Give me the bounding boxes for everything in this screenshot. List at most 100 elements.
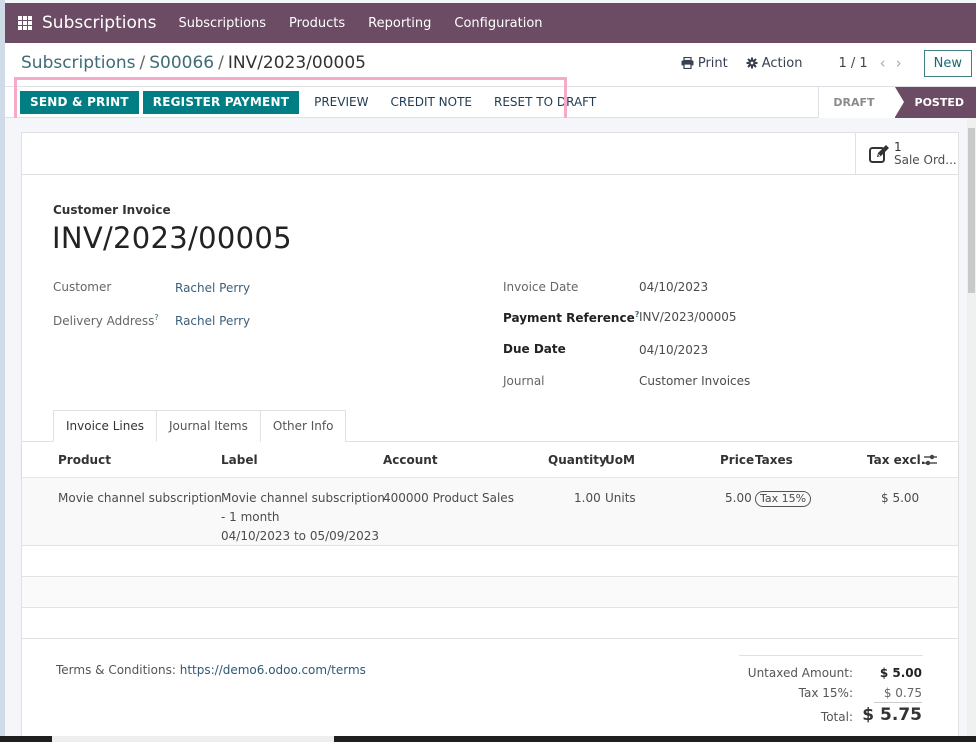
- pager-value[interactable]: 1 / 1: [838, 56, 867, 71]
- column-product[interactable]: Product: [58, 453, 111, 467]
- payment-reference-label-text: Payment Reference: [503, 311, 635, 325]
- breadcrumb-separator: /: [139, 53, 146, 73]
- status-bar: SEND & PRINT REGISTER PAYMENT PREVIEW CR…: [5, 87, 976, 118]
- form-background: 1 Sale Ord... Customer Invoice INV/2023/…: [5, 118, 967, 742]
- menu-subscriptions[interactable]: Subscriptions: [178, 16, 266, 31]
- breadcrumb-subscriptions[interactable]: Subscriptions: [21, 53, 135, 73]
- action-button[interactable]: Action: [746, 55, 803, 71]
- invoice-date-label: Invoice Date: [503, 280, 579, 294]
- row-label-line: - 1 month: [221, 510, 280, 524]
- optional-columns-icon[interactable]: [924, 454, 937, 466]
- row-taxes: Tax 15%: [755, 489, 812, 508]
- print-label: Print: [697, 55, 728, 71]
- reset-to-draft-button[interactable]: RESET TO DRAFT: [483, 91, 607, 114]
- table-header: Product Label Account Quantity UoM Price…: [22, 442, 958, 478]
- column-uom[interactable]: UoM: [605, 453, 635, 467]
- total-value: $ 5.75: [862, 705, 922, 725]
- new-button[interactable]: New: [923, 49, 972, 77]
- tax-value: $ 0.75: [883, 686, 922, 700]
- row-uom: Units: [605, 491, 636, 505]
- breadcrumb: Subscriptions / S00066/INV/2023/00005: [21, 53, 366, 73]
- action-label: Action: [761, 55, 803, 71]
- payment-reference-field[interactable]: INV/2023/00005: [639, 310, 737, 324]
- vertical-scrollbar[interactable]: [967, 118, 976, 736]
- scrollbar-thumb[interactable]: [968, 128, 975, 293]
- terms-link[interactable]: https://demo6.odoo.com/terms: [180, 663, 366, 677]
- due-date-field[interactable]: 04/10/2023: [639, 343, 708, 357]
- table-row[interactable]: Movie channel subscription Movie channel…: [22, 478, 958, 546]
- customer-field[interactable]: Rachel Perry: [175, 281, 250, 295]
- row-label: Movie channel subscription - 1 month 04/…: [221, 489, 385, 546]
- sale-orders-smart-button[interactable]: 1 Sale Ord...: [855, 133, 958, 175]
- row-label-line: 04/10/2023 to 05/09/2023: [221, 529, 380, 543]
- send-print-button[interactable]: SEND & PRINT: [20, 91, 139, 114]
- payment-reference-label: Payment Reference?: [503, 310, 639, 325]
- invoice-lines-table: Product Label Account Quantity UoM Price…: [22, 442, 958, 639]
- stage-draft[interactable]: DRAFT: [818, 87, 895, 118]
- tax-badge: Tax 15%: [755, 491, 812, 507]
- empty-row: [22, 546, 958, 577]
- help-icon[interactable]: ?: [154, 313, 158, 322]
- tab-other-info[interactable]: Other Info: [259, 410, 347, 442]
- breadcrumb-current: INV/2023/00005: [227, 53, 366, 73]
- apps-menu-icon[interactable]: [18, 16, 32, 30]
- taskbar-strip: [0, 736, 976, 742]
- delivery-address-label-text: Delivery Address: [53, 314, 155, 328]
- invoice-date-field[interactable]: 04/10/2023: [639, 280, 708, 294]
- column-price[interactable]: Price: [720, 453, 754, 467]
- tab-invoice-lines[interactable]: Invoice Lines: [53, 410, 157, 442]
- empty-row: [22, 608, 958, 639]
- due-date-label: Due Date: [503, 342, 566, 356]
- row-subtotal: $ 5.00: [881, 491, 920, 505]
- smart-button-box: 1 Sale Ord...: [22, 133, 958, 175]
- delivery-address-field[interactable]: Rachel Perry: [175, 314, 250, 328]
- delivery-address-label: Delivery Address?: [53, 313, 159, 328]
- register-payment-button[interactable]: REGISTER PAYMENT: [142, 91, 300, 114]
- print-button[interactable]: Print: [681, 56, 728, 71]
- untaxed-amount-label: Untaxed Amount:: [747, 666, 853, 680]
- sale-orders-label: Sale Ord...: [894, 153, 957, 167]
- invoice-form-sheet: 1 Sale Ord... Customer Invoice INV/2023/…: [21, 132, 959, 742]
- column-account[interactable]: Account: [383, 453, 438, 467]
- journal-field[interactable]: Customer Invoices: [639, 374, 750, 388]
- app-name[interactable]: Subscriptions: [42, 13, 156, 33]
- row-account: 400000 Product Sales: [383, 491, 514, 505]
- invoice-number: INV/2023/00005: [52, 221, 292, 255]
- column-label[interactable]: Label: [221, 453, 258, 467]
- pager-previous-icon[interactable]: ‹: [880, 54, 886, 72]
- preview-button[interactable]: PREVIEW: [303, 91, 379, 114]
- empty-row: [22, 577, 958, 608]
- stage-indicator: DRAFT POSTED: [818, 87, 976, 118]
- column-quantity[interactable]: Quantity: [548, 453, 607, 467]
- journal-label: Journal: [503, 374, 545, 388]
- row-product: Movie channel subscription: [58, 491, 222, 505]
- control-panel: Subscriptions / S00066/INV/2023/00005 Prin…: [5, 43, 976, 87]
- pager-next-icon[interactable]: ›: [896, 54, 902, 72]
- notebook-tabs: Invoice Lines Journal Items Other Info: [53, 410, 347, 442]
- printer-icon: [681, 57, 694, 69]
- breadcrumb-subscription-order[interactable]: S00066: [149, 53, 214, 73]
- row-quantity: 1.00: [574, 491, 601, 505]
- untaxed-amount-value: $ 5.00: [879, 666, 922, 680]
- tax-label: Tax 15%:: [798, 686, 853, 700]
- stage-posted[interactable]: POSTED: [894, 87, 976, 118]
- edit-document-icon: [869, 145, 889, 163]
- document-type: Customer Invoice: [53, 203, 171, 217]
- row-label-line: Movie channel subscription: [221, 491, 385, 505]
- credit-note-button[interactable]: CREDIT NOTE: [379, 91, 483, 114]
- menu-products[interactable]: Products: [289, 16, 345, 31]
- customer-label: Customer: [53, 280, 112, 294]
- column-tax-excl[interactable]: Tax excl.: [867, 453, 925, 467]
- totals-divider: [739, 655, 923, 656]
- column-taxes[interactable]: Taxes: [755, 453, 793, 467]
- tab-journal-items[interactable]: Journal Items: [155, 410, 261, 442]
- breadcrumb-separator: /: [218, 53, 224, 73]
- menu-configuration[interactable]: Configuration: [454, 16, 542, 31]
- terms-conditions: Terms & Conditions: https://demo6.odoo.c…: [56, 663, 366, 677]
- total-divider: [874, 702, 922, 703]
- menu-reporting[interactable]: Reporting: [368, 16, 431, 31]
- gear-icon: [746, 57, 758, 69]
- row-price: 5.00: [725, 491, 752, 505]
- terms-label: Terms & Conditions:: [56, 663, 176, 677]
- top-navbar: Subscriptions Subscriptions Products Rep…: [5, 3, 976, 43]
